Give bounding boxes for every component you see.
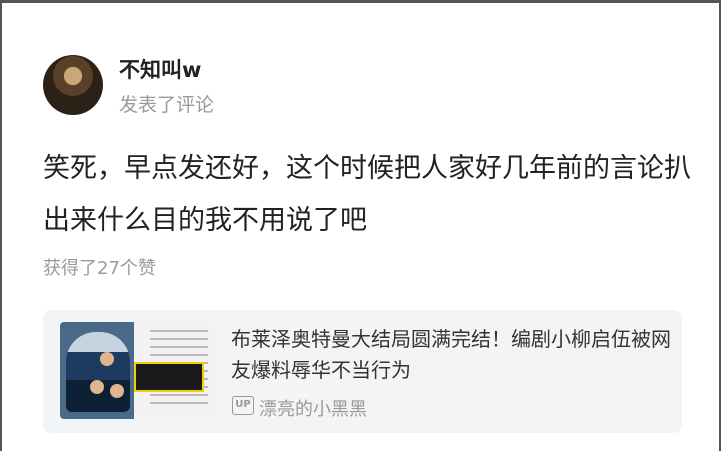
up-badge-icon: UP	[232, 396, 254, 415]
linked-video-card[interactable]: 布莱泽奥特曼大结局圆满完结！编剧小柳启伍被网友爆料辱华不当行为 UP 漂亮的小黑…	[43, 310, 682, 433]
video-thumbnail[interactable]	[60, 322, 214, 419]
face	[110, 384, 124, 398]
like-count: 获得了27个赞	[43, 258, 156, 279]
username[interactable]: 不知叫w	[119, 54, 201, 84]
avatar[interactable]	[43, 55, 103, 115]
video-title[interactable]: 布莱泽奥特曼大结局圆满完结！编剧小柳启伍被网友爆料辱华不当行为	[231, 324, 671, 386]
caption-banner	[134, 362, 204, 392]
comment-text: 笑死，早点发还好，这个时候把人家好几年前的言论扒出来什么目的我不用说了吧	[43, 153, 691, 236]
hero-figure	[66, 332, 130, 412]
post-action: 发表了评论	[119, 94, 215, 116]
uploader-name[interactable]: 漂亮的小黑黑	[259, 395, 367, 421]
face	[100, 352, 114, 366]
face	[90, 380, 104, 394]
